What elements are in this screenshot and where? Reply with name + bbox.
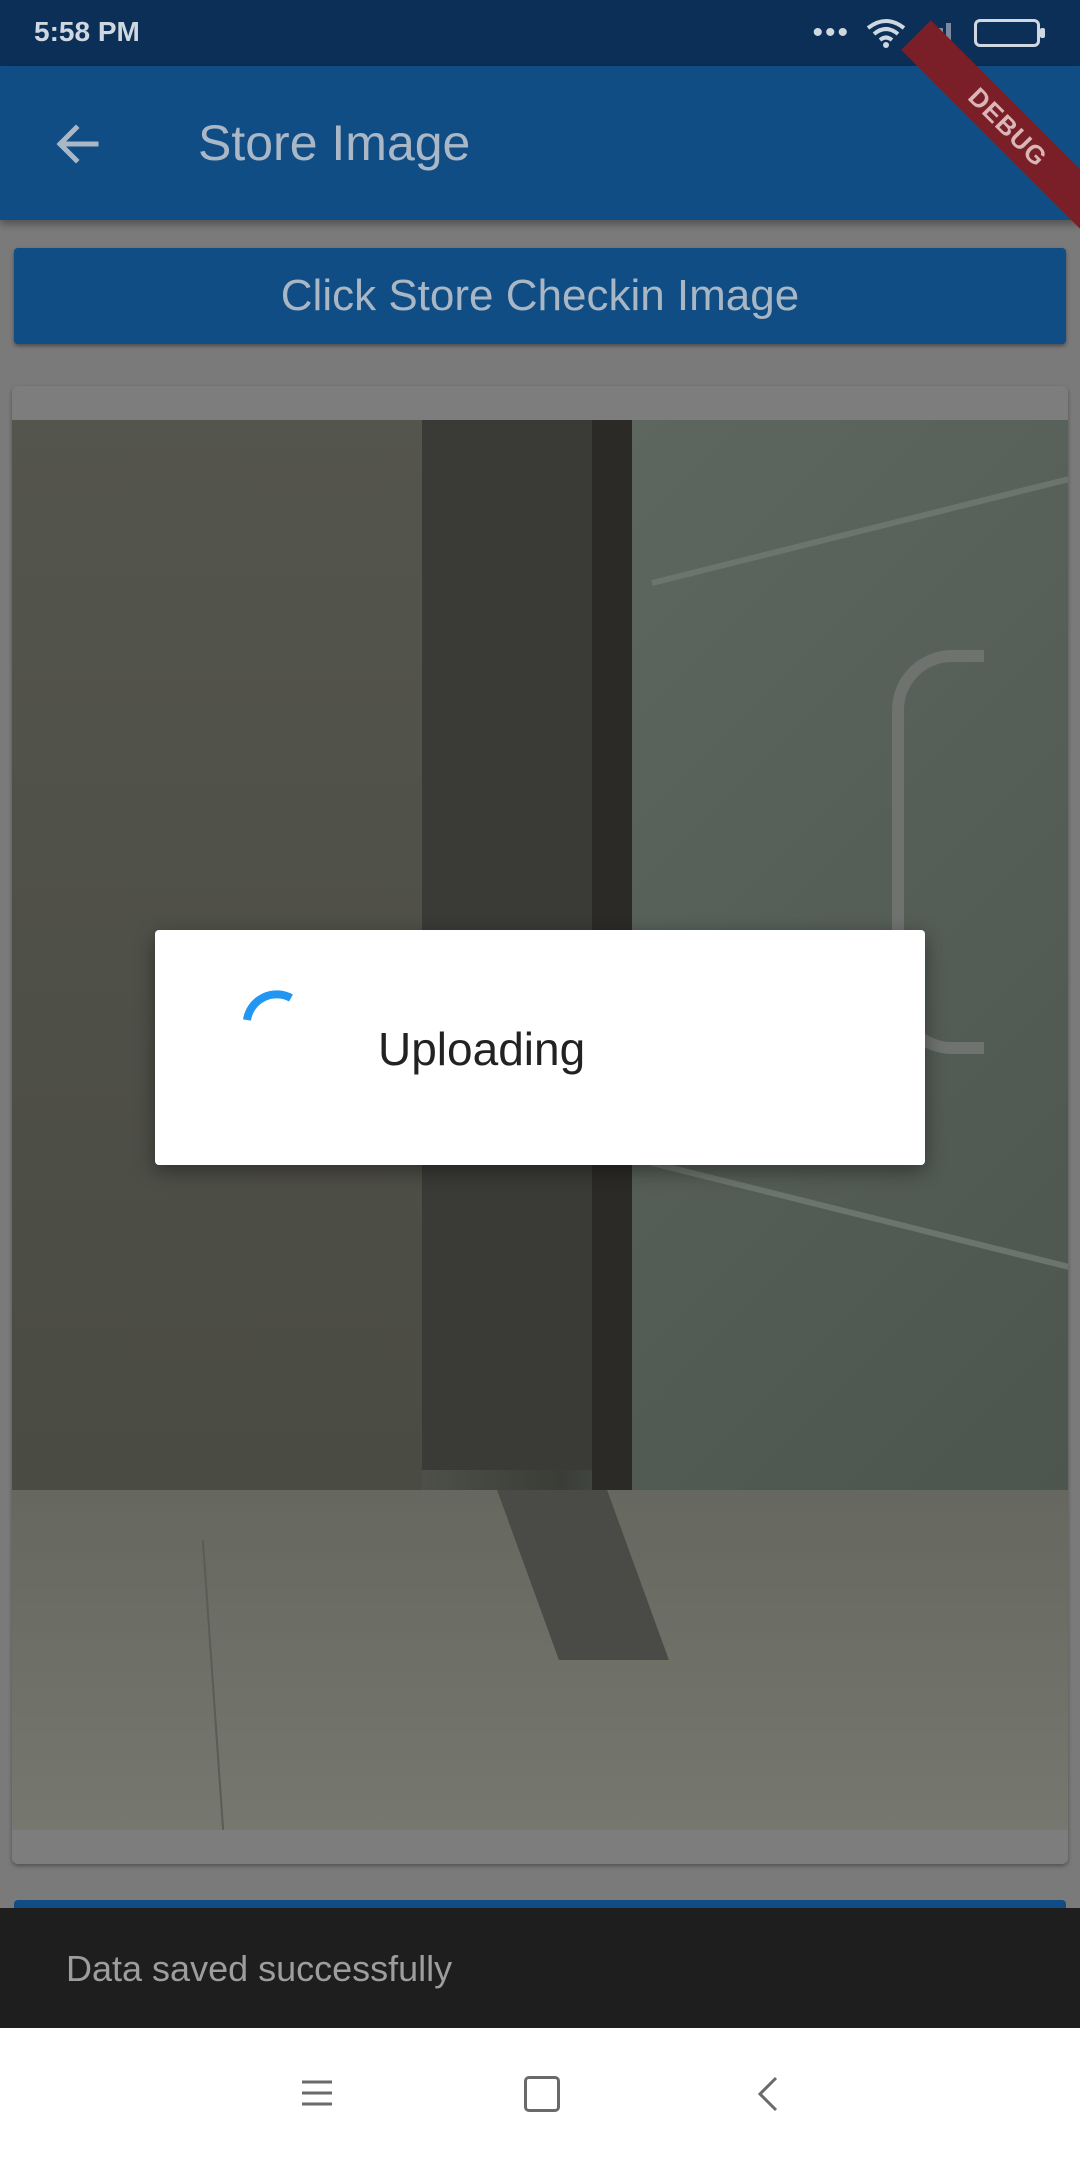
more-dots-icon: ••• <box>812 16 850 49</box>
home-icon[interactable] <box>524 2076 560 2112</box>
app-bar: Store Image DEBUG <box>0 20 1080 234</box>
snackbar: Data saved successfully <box>0 1908 1080 2028</box>
snackbar-message: Data saved successfully <box>66 1948 453 1989</box>
status-time: 5:58 PM <box>34 16 140 47</box>
system-nav-bar <box>0 2028 1080 2160</box>
uploading-dialog: Uploading <box>155 930 925 1165</box>
checkin-image-button[interactable]: Click Store Checkin Image <box>14 248 1066 344</box>
battery-icon <box>974 19 1045 47</box>
arrow-back-icon[interactable] <box>50 116 106 172</box>
wifi-icon <box>866 19 906 48</box>
menu-icon[interactable] <box>300 2078 334 2108</box>
chevron-left-icon[interactable] <box>756 2074 780 2114</box>
progress-spinner-icon <box>243 990 293 1021</box>
dialog-message: Uploading <box>378 1023 586 1075</box>
page-title: Store Image <box>198 115 471 171</box>
